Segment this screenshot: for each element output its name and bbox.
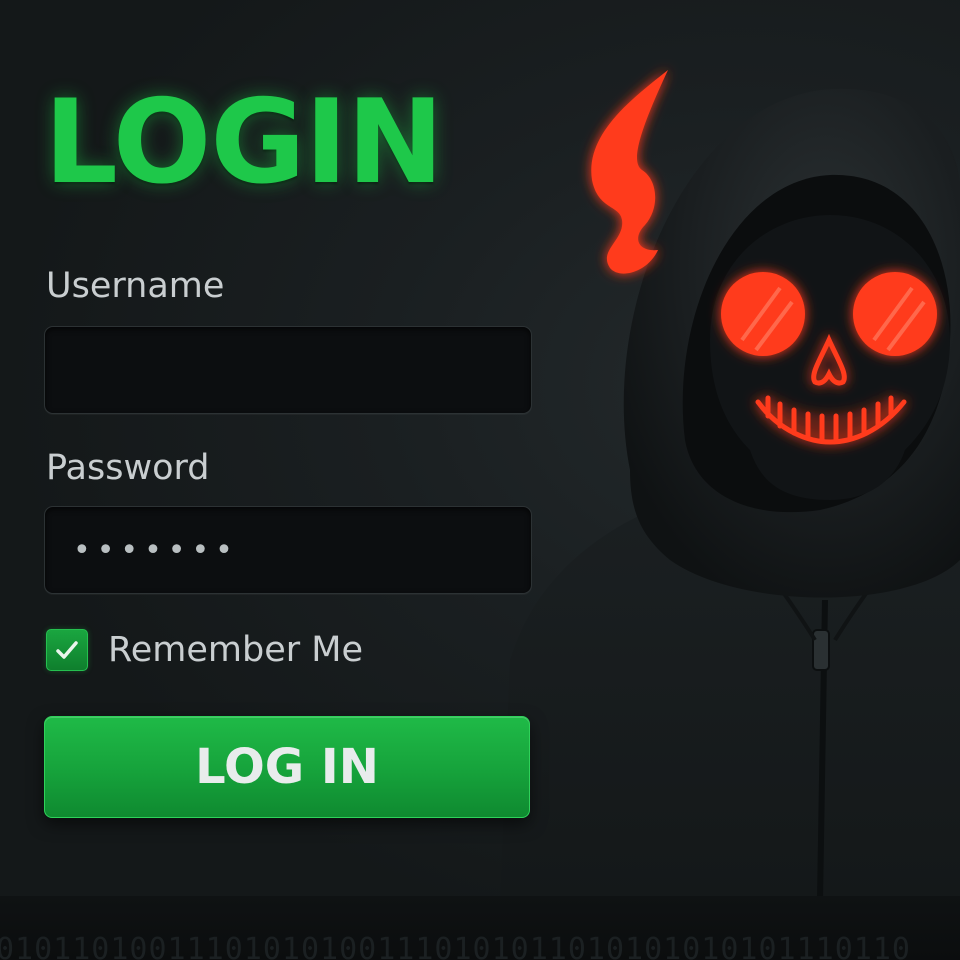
username-label: Username [46, 266, 225, 306]
page-title: LOGIN [44, 75, 444, 210]
log-in-button[interactable]: LOG IN [44, 716, 530, 818]
binary-footer: 0101101001110101010011101010110101010101… [0, 896, 960, 960]
login-screen: LOGIN Username Password ••••••• Remember… [0, 0, 960, 960]
username-field[interactable] [44, 326, 532, 414]
hooded-skull-illustration [480, 40, 960, 900]
remember-me-row[interactable]: Remember Me [46, 628, 363, 672]
binary-text: 0101101001110101010011101010110101010101… [0, 932, 911, 960]
password-label: Password [46, 448, 210, 488]
password-field[interactable]: ••••••• [44, 506, 532, 594]
password-masked-value: ••••••• [73, 532, 239, 568]
remember-me-checkbox[interactable] [46, 629, 88, 671]
checkmark-icon [56, 641, 78, 659]
remember-me-label: Remember Me [108, 630, 363, 670]
